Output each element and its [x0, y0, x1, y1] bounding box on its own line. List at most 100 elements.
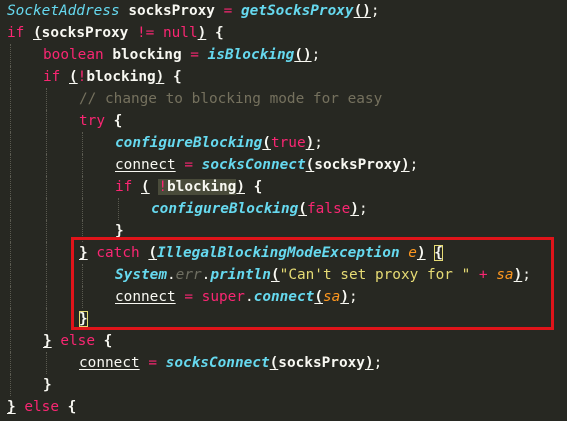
code-token: super [201, 289, 245, 305]
code-token: ; [314, 135, 323, 151]
code-token: false [306, 201, 351, 217]
indent-guide [10, 132, 11, 154]
code-token: ; [373, 355, 383, 371]
code-token: } [7, 399, 16, 415]
code-line[interactable]: if (socksProxy != null) { [0, 22, 567, 44]
code-token: else [24, 399, 59, 415]
code-text: configureBlocking(true); [115, 132, 323, 154]
code-line[interactable]: } catch (IllegalBlockingModeException e)… [0, 242, 567, 264]
indent-guide [10, 88, 11, 110]
code-token: ( [305, 157, 315, 173]
code-line[interactable]: } [0, 220, 567, 242]
code-line[interactable]: configureBlocking(true); [0, 132, 567, 154]
indent-guide [10, 374, 11, 396]
code-token: () [353, 3, 371, 19]
code-line[interactable]: } else { [0, 330, 567, 352]
code-text: SocketAddress socksProxy = getSocksProxy… [7, 0, 380, 22]
indent-guide [46, 154, 47, 176]
code-text: } else { [7, 396, 76, 418]
indent-guide [118, 198, 119, 220]
code-token: if [7, 25, 25, 41]
code-token: ) [350, 201, 359, 217]
indent-guide [46, 352, 47, 374]
code-token: ) [236, 179, 245, 195]
code-token: getSocksProxy [240, 3, 354, 19]
code-token: ( [141, 179, 150, 195]
code-token: ) [400, 157, 410, 173]
code-line[interactable]: try { [0, 110, 567, 132]
code-token: ) [305, 135, 315, 151]
code-token: != [128, 25, 163, 41]
code-text: connect = socksConnect(socksProxy); [115, 154, 418, 176]
code-token: System [115, 267, 167, 283]
code-token: { [245, 179, 263, 195]
code-token: socksConnect [165, 355, 270, 371]
code-token: isBlocking [207, 47, 295, 63]
code-token: } [79, 245, 88, 261]
code-text: } else { [43, 330, 112, 352]
indent-guide [46, 308, 47, 330]
code-line[interactable]: configureBlocking(false); [0, 198, 567, 220]
code-token: ( [148, 245, 158, 261]
code-token: ) [197, 25, 207, 41]
code-line[interactable]: // change to blocking mode for easy [0, 88, 567, 110]
indent-guide [10, 220, 11, 242]
indent-guide [82, 220, 83, 242]
code-token: ; [370, 3, 380, 19]
code-token: { [164, 69, 182, 85]
code-token: } [43, 377, 52, 393]
indent-guide [10, 66, 11, 88]
code-line[interactable]: if ( !blocking) { [0, 176, 567, 198]
code-token: SocketAddress [7, 3, 120, 19]
code-token: } [43, 333, 52, 349]
code-text: System.err.println("Can't set proxy for … [115, 264, 531, 286]
code-token: + [470, 267, 497, 283]
code-token: () [294, 47, 312, 63]
code-line[interactable]: } else { [0, 396, 567, 418]
indent-guide [10, 330, 11, 352]
code-line[interactable]: } [0, 374, 567, 396]
code-token: e [408, 245, 417, 261]
indent-guide [10, 154, 11, 176]
code-token: socksProxy [278, 355, 365, 371]
indent-guide [82, 176, 83, 198]
indent-guide [46, 110, 47, 132]
code-token: . [166, 267, 176, 283]
code-token: ; [409, 157, 419, 173]
code-token: { [434, 245, 443, 261]
indent-guide [10, 286, 11, 308]
indent-guide [10, 110, 11, 132]
code-token: true [270, 135, 306, 151]
code-token: println [210, 267, 271, 283]
code-line[interactable]: connect = super.connect(sa); [0, 286, 567, 308]
code-token: sa [496, 267, 514, 283]
code-token: { [95, 333, 113, 349]
code-token: "Can't set proxy for " [279, 267, 471, 283]
code-line[interactable]: } [0, 308, 567, 330]
code-line[interactable]: System.err.println("Can't set proxy for … [0, 264, 567, 286]
code-text: } [43, 374, 52, 396]
code-line[interactable]: if (!blocking) { [0, 66, 567, 88]
code-token: connect [115, 157, 176, 173]
code-text: } [79, 308, 88, 330]
code-line[interactable]: SocketAddress socksProxy = getSocksProxy… [0, 0, 567, 22]
code-token: = [139, 355, 166, 371]
code-line[interactable]: connect = socksConnect(socksProxy); [0, 352, 567, 374]
code-token: if [115, 179, 133, 195]
indent-guide [46, 132, 47, 154]
code-line[interactable]: connect = socksConnect(socksProxy); [0, 154, 567, 176]
code-editor[interactable]: SocketAddress socksProxy = getSocksProxy… [0, 0, 567, 421]
code-token: ; [348, 289, 358, 305]
code-token: null [162, 25, 198, 41]
indent-guide [46, 264, 47, 286]
code-token: . [244, 289, 254, 305]
code-text: if (!blocking) { [43, 66, 182, 88]
code-token: configureBlocking [115, 135, 263, 151]
code-line[interactable]: boolean blocking = isBlocking(); [0, 44, 567, 66]
indent-guide [82, 286, 83, 308]
